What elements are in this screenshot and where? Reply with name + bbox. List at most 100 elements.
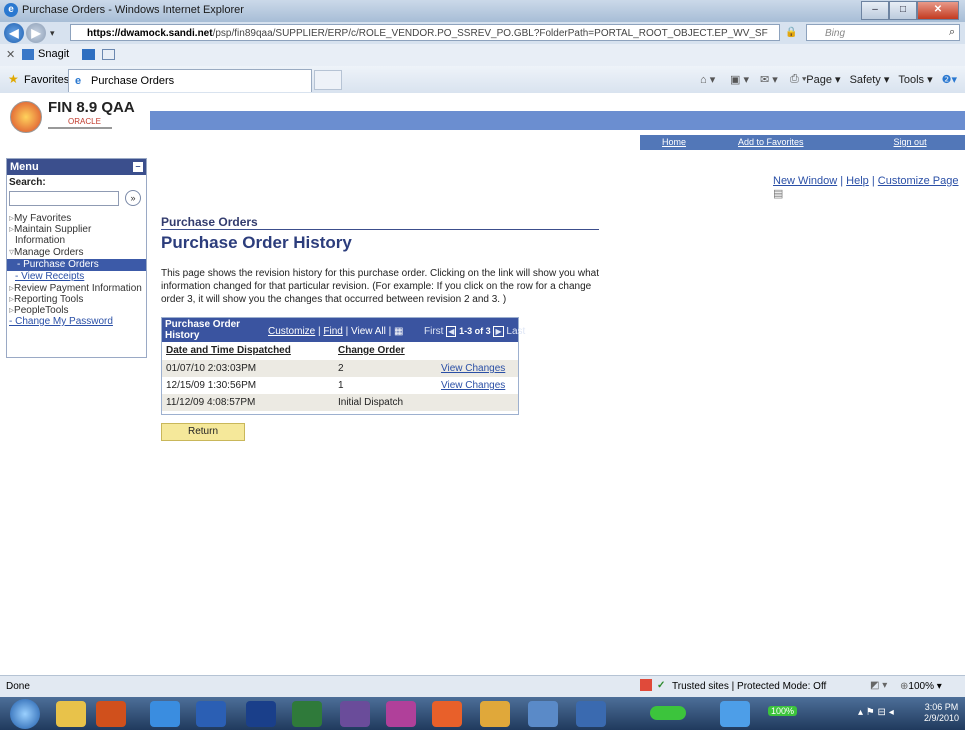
sidebar-item-purchase-orders[interactable]: - Purchase Orders <box>7 259 146 271</box>
onenote-icon[interactable] <box>340 701 370 727</box>
maximize-button[interactable]: □ <box>889 1 917 20</box>
lock-icon[interactable]: 🔒 <box>785 27 797 38</box>
header-links: Home Add to Favorites Sign out <box>640 135 965 150</box>
snagit-icon <box>22 49 34 60</box>
outlook-icon[interactable] <box>96 701 126 727</box>
forward-button[interactable]: ▶ <box>26 23 46 43</box>
home-link[interactable]: Home <box>662 135 686 150</box>
add-favorites-link[interactable]: Add to Favorites <box>738 135 804 150</box>
safety-menu[interactable]: Safety ▾ <box>850 73 890 86</box>
back-button[interactable]: ◀ <box>4 23 24 43</box>
collapse-icon[interactable]: – <box>133 162 143 172</box>
security-zone[interactable]: Trusted sites | Protected Mode: Off <box>672 681 826 692</box>
return-button[interactable]: Return <box>161 423 245 441</box>
snagit-capture-icon[interactable] <box>82 49 95 60</box>
start-button[interactable] <box>10 699 40 729</box>
previous-icon[interactable]: ◀ <box>446 326 457 337</box>
grid-last-link[interactable]: Last <box>506 326 525 337</box>
mail-icon[interactable]: ✉ ▾ <box>760 73 778 86</box>
command-bar: Page ▾ Safety ▾ Tools ▾ ❷▾ <box>806 73 957 86</box>
help-icon[interactable]: ❷▾ <box>942 73 957 86</box>
minimize-button[interactable]: – <box>861 1 889 20</box>
print-icon[interactable]: ⎙ ▾ <box>790 73 806 86</box>
ie-notify-icon[interactable] <box>720 701 750 727</box>
new-window-link[interactable]: New Window <box>773 175 837 187</box>
ie-taskbar-icon[interactable] <box>150 701 180 727</box>
tab-purchase-orders[interactable]: e Purchase Orders <box>68 69 312 92</box>
help-link[interactable]: Help <box>846 175 869 187</box>
view-changes-link[interactable]: View Changes <box>441 363 505 374</box>
recent-pages-dropdown[interactable]: ▾ <box>50 28 55 39</box>
view-changes-link[interactable]: View Changes <box>441 380 505 391</box>
close-toolbar-icon[interactable]: ✕ <box>6 48 15 61</box>
grid-customize-link[interactable]: Customize <box>268 326 315 337</box>
grid-view-all-link[interactable]: View All <box>351 326 386 337</box>
next-icon[interactable]: ▶ <box>493 326 504 337</box>
grid-title: Purchase Order History <box>165 319 241 341</box>
search-placeholder: Bing <box>825 28 846 39</box>
folder-icon[interactable] <box>480 701 510 727</box>
cell-change-order: Initial Dispatch <box>338 397 404 408</box>
favorites-bar: ★ Favorites e Purchase Orders ⌂ ▾ ▣ ▾ ✉ … <box>0 66 965 94</box>
sidebar-item-peopletools[interactable]: ▹PeopleTools <box>9 305 69 316</box>
menu-search-label: Search: <box>9 177 46 188</box>
feeds-icon[interactable]: ▣ ▾ <box>730 73 749 86</box>
sidebar-item-maintain-supplier[interactable]: ▹Maintain Supplier <box>9 224 91 235</box>
sidebar-item-maintain-supplier-2[interactable]: Information <box>15 235 65 246</box>
zoom-control[interactable]: ⊕100% ▾ <box>900 681 942 692</box>
ie-icon: e <box>4 3 18 17</box>
menu-search-go-button[interactable]: » <box>125 190 141 206</box>
sidebar-item-review-payment[interactable]: ▹Review Payment Information <box>9 283 142 294</box>
menu-search-input[interactable] <box>9 191 119 206</box>
snagit-toolbar: ✕ Snagit <box>0 44 965 67</box>
sidebar-item-my-favorites[interactable]: ▹My Favorites <box>9 213 71 224</box>
customize-page-link[interactable]: Customize Page <box>878 175 959 187</box>
address-input[interactable]: https://dwamock.sandi.net/psp/fin89qaa/S… <box>70 24 780 41</box>
battery-indicator[interactable]: 100% <box>768 706 798 716</box>
notes-icon[interactable] <box>576 701 606 727</box>
new-tab-button[interactable] <box>314 70 342 90</box>
tools-menu[interactable]: Tools ▾ <box>898 73 932 86</box>
sign-out-link[interactable]: Sign out <box>894 135 927 150</box>
search-input[interactable]: Bing <box>806 24 960 41</box>
grid-header: Purchase Order History Customize | Find … <box>162 318 525 342</box>
logo-tagline <box>48 127 112 129</box>
word-icon[interactable] <box>196 701 226 727</box>
search-icon[interactable]: ⌕ <box>949 26 955 39</box>
table-row: 12/15/09 1:30:56PM 1 View Changes <box>162 377 518 394</box>
page-description: This page shows the revision history for… <box>161 268 599 305</box>
grid-tools: Customize | Find | View All | ▦ <box>268 326 404 337</box>
page-content: FIN 8.9 QAA ORACLE Home Add to Favorites… <box>0 93 965 675</box>
favorites-button[interactable]: Favorites <box>24 74 69 86</box>
protected-mode-icon[interactable]: ◩ ▾ <box>870 680 887 691</box>
firefox-icon[interactable] <box>432 701 462 727</box>
column-header-change-order[interactable]: Change Order <box>338 345 405 356</box>
sidebar-item-view-receipts[interactable]: - View Receipts <box>15 271 84 282</box>
messenger-icon[interactable] <box>386 701 416 727</box>
column-header-date[interactable]: Date and Time Dispatched <box>166 345 291 356</box>
snagit-label[interactable]: Snagit <box>38 48 69 60</box>
grid-download-icon[interactable]: ▦ <box>394 326 403 337</box>
page-menu[interactable]: Page ▾ <box>806 73 840 86</box>
close-button[interactable]: ✕ <box>917 1 959 20</box>
home-icon[interactable]: ⌂ ▾ <box>700 73 715 86</box>
sidebar-item-manage-orders[interactable]: ▿Manage Orders <box>9 247 84 258</box>
url-host: https://dwamock.sandi.net <box>87 28 213 39</box>
wireless-icon[interactable] <box>650 706 686 720</box>
excel-icon[interactable] <box>292 701 322 727</box>
clock[interactable]: 3:06 PM 2/9/2010 <box>924 702 959 724</box>
popup-blocker-icon[interactable] <box>640 679 652 691</box>
snagit-window-icon[interactable] <box>102 49 115 60</box>
app-icon[interactable] <box>246 701 276 727</box>
section-label: Purchase Orders <box>161 215 258 229</box>
sidebar-item-change-password[interactable]: - Change My Password <box>9 316 113 327</box>
tools-icon[interactable] <box>528 701 558 727</box>
sidebar-item-reporting-tools[interactable]: ▹Reporting Tools <box>9 294 83 305</box>
grid-find-link[interactable]: Find <box>323 326 342 337</box>
explorer-icon[interactable] <box>56 701 86 727</box>
tray-icons[interactable]: ▴ ⚑ ⊟ ◂ <box>858 707 894 718</box>
status-bar: Done ✓ Trusted sites | Protected Mode: O… <box>0 675 965 698</box>
grid-first-link[interactable]: First <box>424 326 443 337</box>
sidebar-menu: Menu – Search: » ▹My Favorites ▹Maintain… <box>6 158 147 358</box>
http-icon[interactable]: ▤ <box>773 188 783 200</box>
